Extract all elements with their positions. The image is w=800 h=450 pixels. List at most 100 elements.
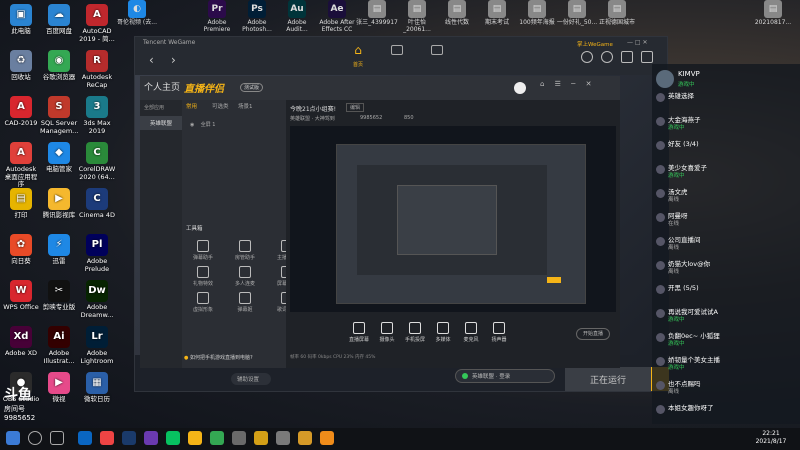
desktop-top-icon[interactable]: Ae Adobe After Effects CC [316,0,358,33]
desktop-icon[interactable]: 3 3ds Max 2019 [78,96,116,135]
source-button[interactable]: 直播屏幕 [344,322,374,343]
scene-tab[interactable]: 可选类 [212,102,229,110]
desktop-icon[interactable]: C CorelDRAW 2020 (64... [78,142,116,181]
scene-tab[interactable]: 常用 [186,102,197,110]
forward-icon[interactable]: › [171,53,176,67]
start-live-button[interactable]: 开始直播 [576,328,610,340]
streamer-avatar[interactable] [656,70,674,88]
back-icon[interactable]: ‹ [149,53,154,67]
friend-item[interactable]: 汤文虎 离线 [668,188,688,204]
friend-item[interactable]: 奶猫大lov@你 离线 [668,260,710,276]
friends-panel[interactable]: KIMVP 游戏中 英雄选择 大金海燕子 游戏中 好友 (3/4) 美少女喜爱子 游戏中汤… [652,64,800,424]
desktop-icon[interactable]: ▣ 此电脑 [2,4,40,36]
friend-item[interactable]: 也不点赐吗 离线 [668,380,701,396]
desktop-icon[interactable]: Pl Adobe Prelude [78,234,116,273]
taskbar-app-icon[interactable] [188,431,202,445]
desktop-top-icon[interactable]: ▤ 线性代数 [436,0,478,26]
running-button[interactable]: 正在运行 [565,367,651,391]
friends-icon[interactable] [601,51,613,63]
sidebar-item-game[interactable]: 英雄联盟 [140,116,182,130]
desktop-icon[interactable]: ▦ 微软日历 [78,372,116,404]
search-icon[interactable] [28,431,42,445]
desktop-icon[interactable]: A AutoCAD 2019 - 简... [78,4,116,43]
desktop-icon[interactable]: Ai Adobe Illustrat... [40,326,78,365]
tool-item[interactable]: 房管助手 [228,240,262,261]
tool-item[interactable]: 虚拟形象 [186,292,220,313]
assist-settings-button[interactable]: 辅助设置 [231,373,271,385]
desktop-top-icon[interactable]: ▤ 100频年海报 [516,0,558,26]
home-icon[interactable]: ⌂ [349,43,367,57]
task-view-icon[interactable] [50,431,64,445]
taskbar-app-icon[interactable] [232,431,246,445]
taskbar-app-icon[interactable] [100,431,114,445]
desktop-icon[interactable]: ☁ 百度网盘 [40,4,78,36]
desktop-top-icon[interactable]: Pr Adobe Premiere [196,0,238,33]
desktop-icon[interactable]: S SQL Server Managem... [40,96,78,135]
desktop-icon[interactable]: C Cinema 4D [78,188,116,220]
eye-icon[interactable]: ◉ [190,122,194,128]
scene-tab[interactable]: 场景1 [238,102,253,110]
friend-item[interactable]: 负翻0ec~ 小狐狸 游戏中 [668,332,720,348]
taskbar-app-icon[interactable] [254,431,268,445]
desktop-icon[interactable]: ⚡ 迅雷 [40,234,78,266]
user-label[interactable]: 掌上WeGame [577,40,613,48]
desktop-icon[interactable]: Dw Adobe Dreamw... [78,280,116,319]
friend-item[interactable]: 本姐女趣你呀了 [668,404,714,412]
desktop-icon[interactable]: Lr Adobe Lightroom [78,326,116,365]
desktop-top-icon[interactable]: Ps Adobe Photosh... [236,0,278,33]
desktop-icon[interactable]: A Autodesk 桌面应用程序 [2,142,40,189]
desktop-top-icon[interactable]: ▤ 正视德国城市 [596,0,638,26]
taskbar-app-icon[interactable] [298,431,312,445]
mail-icon[interactable] [621,51,633,63]
desktop-icon[interactable]: ◆ 电脑管家 [40,142,78,174]
friend-item[interactable]: 大金海燕子 游戏中 [668,116,701,132]
source-button[interactable]: 扬声器 [484,322,514,343]
store-icon[interactable] [391,45,403,55]
taskbar-app-icon[interactable] [210,431,224,445]
tip-text[interactable]: ● 如何把手机游戏直播到电脑? [184,354,253,361]
desktop-top-icon[interactable]: ▤ 叶佳怡_20061... [396,0,438,33]
friend-item[interactable]: 阿曼呀 在线 [668,212,688,228]
source-button[interactable]: 麦克风 [456,322,486,343]
friend-item[interactable]: 美少女喜爱子 游戏中 [668,164,707,180]
desktop-icon[interactable]: ▤ 打印 [2,188,40,220]
desktop-icon[interactable]: ✿ 向日葵 [2,234,40,266]
taskbar-app-icon[interactable] [320,431,334,445]
globe-icon[interactable] [581,51,593,63]
library-icon[interactable] [431,45,443,55]
desktop-top-icon[interactable]: ▤ 一份好礼_50... [556,0,598,26]
tool-item[interactable]: 多人连麦 [228,266,262,287]
desktop-icon[interactable]: R Autodesk ReCap [78,50,116,89]
start-icon[interactable] [6,431,20,445]
desktop-top-icon[interactable]: ▤ 期末考试 [476,0,518,26]
desktop-icon[interactable]: A CAD-2019 [2,96,40,128]
game-status-pill[interactable]: 英雄联盟 · 登录 [455,369,555,383]
desktop-icon[interactable]: ▶ 腾讯影视库 [40,188,78,220]
gift-icon[interactable] [641,51,653,63]
desktop-top-icon[interactable]: Au Adobe Audit... [276,0,318,33]
friend-item[interactable]: 好友 (3/4) [668,140,699,148]
desktop-icon[interactable]: ✂ 剪映专业版 [40,280,78,312]
tool-item[interactable]: 弹幕助手 [186,240,220,261]
friend-item[interactable]: 公司直播间 离线 [668,236,701,252]
friend-item[interactable]: 再说我可爱试试A 游戏中 [668,308,718,324]
window-controls[interactable]: — □ ✕ [627,39,648,46]
title-edit-button[interactable]: 编辑 [346,103,365,112]
desktop-top-icon[interactable]: ◐ 哥伦视频 (去... [116,0,158,26]
tool-item[interactable]: 弹幕姬 [228,292,262,313]
friend-item[interactable]: 开黑 (5/5) [668,284,699,292]
taskbar-app-icon[interactable] [276,431,290,445]
clock[interactable]: 22:21 2021/8/17 [744,430,798,446]
taskbar-app-icon[interactable] [122,431,136,445]
taskbar-app-icon[interactable] [144,431,158,445]
desktop-icon[interactable]: W WPS Office [2,280,40,312]
zb-window-controls[interactable]: ⌂ ☰ ─ ✕ [540,80,595,88]
friend-item[interactable]: 娇韧量个美女主播 游戏中 [668,356,720,372]
desktop-icon[interactable]: Xd Adobe XD [2,326,40,358]
taskbar-app-icon[interactable] [166,431,180,445]
desktop-icon[interactable]: ♻ 回收站 [2,50,40,82]
zhibo-app-window[interactable]: 个人主页 直播伴侣 测试版 ⌂ ☰ ─ ✕ 全部应用 英雄联盟 常用 可选类 场景1… [140,76,620,368]
source-button[interactable]: 多媒体 [428,322,458,343]
friend-item[interactable]: 英雄选择 [668,92,694,100]
desktop-icon[interactable]: ◉ 谷歌浏览器 [40,50,78,82]
